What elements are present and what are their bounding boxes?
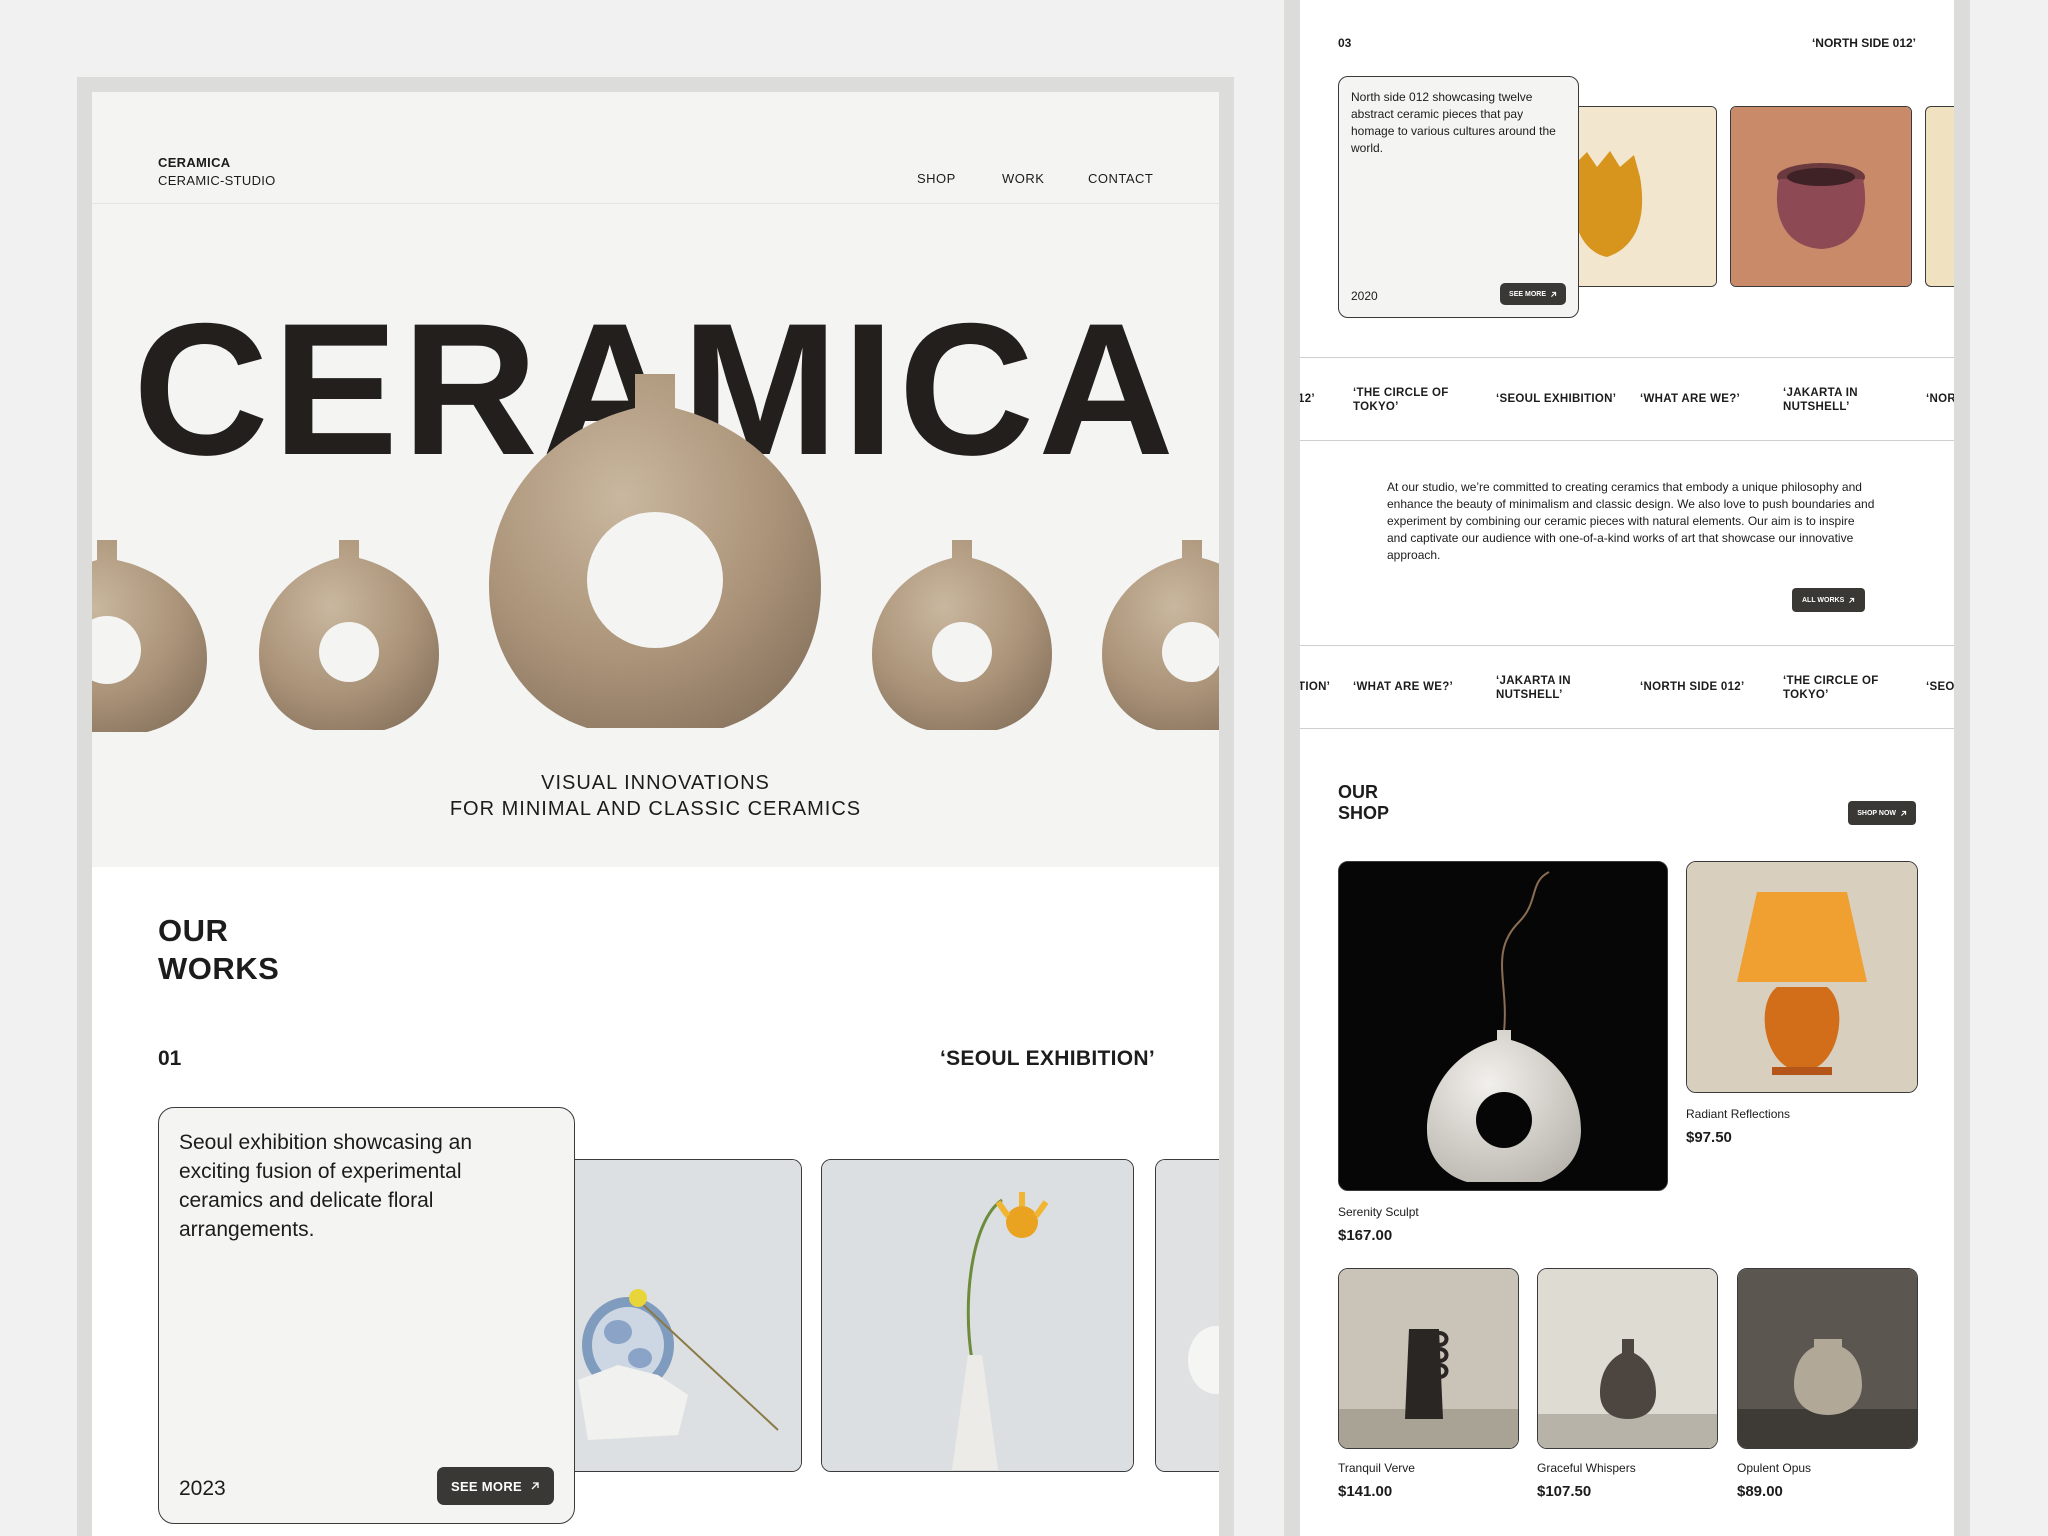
project-photo-red-pot[interactable] [1730, 106, 1912, 287]
vase-photo-image [1156, 1160, 1219, 1471]
product-name[interactable]: Tranquil Verve [1338, 1461, 1415, 1475]
ticker-item[interactable]: ‘SEOU [1926, 680, 1954, 694]
project-name: ‘NORTH SIDE 012’ [1811, 36, 1916, 50]
product-image-tranquil[interactable] [1338, 1268, 1519, 1449]
work-card: Seoul exhibition showcasing an exciting … [158, 1107, 575, 1524]
shop-section-title: OUR SHOP [1338, 782, 1389, 824]
vase-image [259, 540, 439, 730]
work-number: 01 [158, 1047, 182, 1070]
hero-tagline: VISUAL INNOVATIONS FOR MINIMAL AND CLASS… [92, 770, 1219, 822]
shop-now-button[interactable]: SHOP NOW [1848, 801, 1916, 825]
product-price: $107.50 [1537, 1483, 1592, 1500]
flower-photo-image [822, 1160, 1133, 1471]
product-name[interactable]: Radiant Reflections [1686, 1107, 1790, 1121]
vase-image [92, 540, 207, 732]
product-image-radiant[interactable] [1686, 861, 1918, 1093]
arrow-up-right-icon [531, 1482, 539, 1490]
landing-page-frame: CERAMICA CERAMIC-STUDIO SHOP WORK CONTAC… [77, 77, 1234, 1536]
project-photo-yellow-vase[interactable] [1562, 106, 1717, 287]
see-more-button[interactable]: SEE MORE [1500, 283, 1566, 305]
project-card: North side 012 showcasing twelve abstrac… [1338, 76, 1579, 318]
ticker-item[interactable]: ‘NOR [1926, 392, 1954, 406]
ticker-item[interactable]: ‘JAKARTA IN NUTSHELL’ [1496, 674, 1586, 702]
work-year: 2023 [179, 1477, 226, 1500]
project-photo-next[interactable] [1925, 106, 1954, 287]
shop-title-line-2: SHOP [1338, 803, 1390, 823]
ticker-item[interactable]: TION’ [1300, 680, 1330, 694]
header-divider [92, 203, 1219, 204]
product-image-serenity[interactable] [1338, 861, 1668, 1191]
vase-image [1102, 540, 1219, 730]
jug-image [1538, 1269, 1717, 1448]
ticker-item[interactable]: ‘WHAT ARE WE?’ [1640, 392, 1740, 406]
detail-page-frame: 03 ‘NORTH SIDE 012’ North side 012 showc… [1284, 0, 1970, 1536]
ticker-item[interactable]: 12’ [1300, 392, 1315, 406]
product-price: $167.00 [1338, 1227, 1393, 1244]
product-name[interactable]: Serenity Sculpt [1338, 1205, 1419, 1219]
tagline-line-1: VISUAL INNOVATIONS [541, 772, 770, 794]
product-image-opulent[interactable] [1737, 1268, 1918, 1449]
ticker-item[interactable]: ‘THE CIRCLE OF TOKYO’ [1353, 386, 1453, 414]
nav-shop[interactable]: SHOP [917, 171, 956, 186]
work-photo-plate[interactable] [558, 1159, 802, 1472]
project-ticker-2: TION’ ‘WHAT ARE WE?’ ‘JAKARTA IN NUTSHEL… [1300, 645, 1954, 729]
product-name[interactable]: Opulent Opus [1737, 1461, 1811, 1475]
product-name[interactable]: Graceful Whispers [1537, 1461, 1636, 1475]
nav-work[interactable]: WORK [1002, 171, 1044, 186]
all-works-label: ALL WORKS [1802, 596, 1845, 604]
section-title-line-1: OUR [158, 913, 229, 948]
landing-page: CERAMICA CERAMIC-STUDIO SHOP WORK CONTAC… [92, 92, 1219, 1536]
brand-logo[interactable]: CERAMICA CERAMIC-STUDIO [158, 154, 276, 190]
ticker-item[interactable]: ‘WHAT ARE WE?’ [1353, 680, 1453, 694]
product-image-graceful[interactable] [1537, 1268, 1718, 1449]
work-name: ‘SEOUL EXHIBITION’ [939, 1047, 1155, 1070]
project-description: North side 012 showcasing twelve abstrac… [1351, 90, 1556, 155]
project-number: 03 [1338, 36, 1352, 50]
ticker-item[interactable]: ‘NORTH SIDE 012’ [1640, 680, 1745, 694]
see-more-button[interactable]: SEE MORE [436, 1467, 554, 1505]
section-title: OUR WORKS [158, 912, 279, 988]
all-works-button[interactable]: ALL WORKS [1792, 588, 1866, 612]
brand-name: CERAMICA [158, 155, 231, 170]
tagline-line-2: FOR MINIMAL AND CLASSIC CERAMICS [449, 798, 862, 820]
see-more-label: SEE MORE [450, 1478, 522, 1494]
section-title-line-2: WORKS [158, 951, 280, 986]
urn-image [1738, 1269, 1917, 1448]
arrow-up-right-icon [1901, 810, 1907, 816]
arrow-up-right-icon [1849, 597, 1855, 603]
ticker-item[interactable]: ‘THE CIRCLE OF TOKYO’ [1783, 674, 1883, 702]
lamp-image [1687, 862, 1917, 1092]
arrow-up-right-icon [1551, 291, 1557, 297]
project-year: 2020 [1351, 289, 1378, 303]
work-description: Seoul exhibition showcasing an exciting … [179, 1131, 473, 1241]
red-pot-image [1731, 107, 1911, 286]
shop-title-line-1: OUR [1338, 782, 1378, 802]
nav-contact[interactable]: CONTACT [1088, 171, 1153, 186]
vase-image [872, 540, 1052, 730]
product-price: $97.50 [1686, 1129, 1732, 1146]
yellow-vase-image [1562, 107, 1716, 286]
product-price: $89.00 [1737, 1483, 1783, 1500]
ticker-item[interactable]: ‘SEOUL EXHIBITION’ [1496, 392, 1616, 406]
detail-page: 03 ‘NORTH SIDE 012’ North side 012 showc… [1300, 0, 1954, 1536]
our-works-section: OUR WORKS 01 ‘SEOUL EXHIBITION’ Seoul ex… [92, 867, 1219, 1536]
ticker-item[interactable]: ‘JAKARTA IN NUTSHELL’ [1783, 386, 1873, 414]
see-more-label: SEE MORE [1509, 290, 1546, 298]
dark-vase-image [1339, 1269, 1518, 1448]
work-photo-third[interactable] [1155, 1159, 1219, 1472]
brand-subtitle: CERAMIC-STUDIO [158, 173, 276, 188]
work-photo-flower[interactable] [821, 1159, 1134, 1472]
studio-about-text: At our studio, we’re committed to creati… [1387, 480, 1875, 562]
shop-now-label: SHOP NOW [1857, 809, 1896, 817]
product-price: $141.00 [1338, 1483, 1393, 1500]
project-ticker-1: 12’ ‘THE CIRCLE OF TOKYO’ ‘SEOUL EXHIBIT… [1300, 357, 1954, 441]
vase-image-main [489, 374, 821, 728]
plate-photo-image [558, 1160, 801, 1471]
white-vase-image [1339, 862, 1667, 1190]
